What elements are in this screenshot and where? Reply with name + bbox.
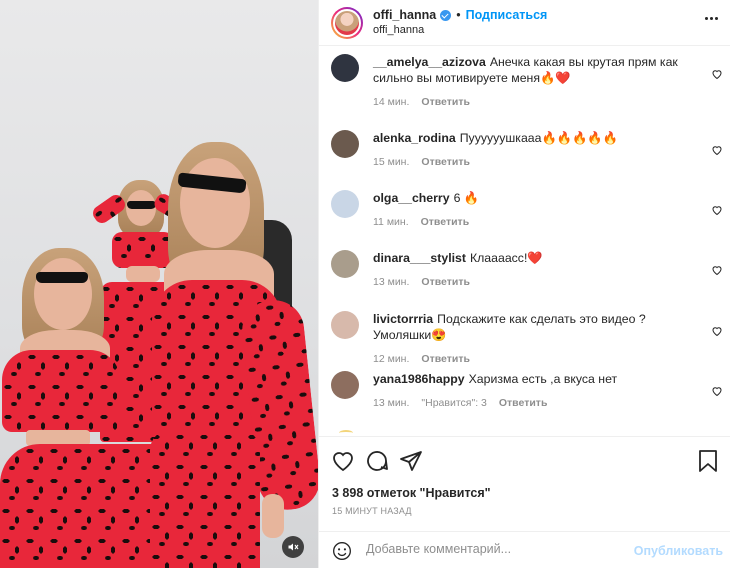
- comment-heart-icon[interactable]: [711, 204, 723, 216]
- comment-username[interactable]: olga__cherry: [373, 191, 450, 205]
- likes-count[interactable]: 3 898 отметок "Нравится": [332, 486, 491, 500]
- comments-list[interactable]: __amelya__azizova Анечка какая вы крутая …: [319, 46, 730, 436]
- comment-text: 6 🔥: [453, 191, 480, 205]
- verified-icon: [440, 9, 452, 21]
- post-media[interactable]: [0, 0, 318, 568]
- reply-button[interactable]: Ответить: [499, 395, 548, 411]
- bookmark-icon[interactable]: [697, 449, 719, 473]
- comment-text: Пуууууушкааа🔥🔥🔥🔥🔥: [459, 131, 619, 145]
- comment-avatar[interactable]: [331, 54, 359, 82]
- comment-heart-icon[interactable]: [711, 325, 723, 337]
- separator-dot: •: [456, 7, 461, 22]
- mute-icon: [288, 543, 299, 551]
- comment-username[interactable]: alenka_rodina: [373, 131, 456, 145]
- comment-time[interactable]: 13 мин.: [373, 395, 409, 411]
- post-header: offi_hanna • Подписаться offi_hanna: [319, 0, 730, 46]
- comment-avatar[interactable]: [331, 130, 359, 158]
- reply-button[interactable]: Ответить: [421, 214, 470, 230]
- header-username[interactable]: offi_hanna: [373, 8, 436, 23]
- reply-button[interactable]: Ответить: [421, 154, 470, 170]
- comment-text: Клаааасс!❤️: [469, 251, 543, 265]
- comment-heart-icon[interactable]: [711, 264, 723, 276]
- comment-input[interactable]: [366, 542, 626, 556]
- add-comment-bar: Опубликовать: [319, 531, 730, 568]
- comment-avatar[interactable]: [331, 190, 359, 218]
- reply-button[interactable]: Ответить: [421, 94, 470, 110]
- avatar[interactable]: [331, 6, 363, 39]
- comment-username[interactable]: yana1986happy: [373, 372, 465, 386]
- more-icon[interactable]: [705, 17, 718, 20]
- comment-time[interactable]: 14 мин.: [373, 94, 409, 110]
- reply-button[interactable]: Ответить: [421, 274, 470, 290]
- comment-username[interactable]: __amelya__azizova: [373, 55, 486, 69]
- comment-time[interactable]: 15 мин.: [373, 154, 409, 170]
- post-actions: 3 898 отметок "Нравится" 15 МИНУТ НАЗАД: [319, 436, 730, 540]
- comment-heart-icon[interactable]: [711, 385, 723, 397]
- comment-username[interactable]: livictorrria: [373, 312, 433, 326]
- emoji-icon[interactable]: [332, 541, 352, 561]
- header-subtitle[interactable]: offi_hanna: [373, 23, 547, 38]
- comment-heart-icon[interactable]: [711, 144, 723, 156]
- comment-time[interactable]: 12 мин.: [373, 351, 409, 367]
- comment-time[interactable]: 11 мин.: [373, 214, 409, 230]
- comment-heart-icon[interactable]: [711, 68, 723, 80]
- comment-avatar[interactable]: [331, 311, 359, 339]
- comment-icon[interactable]: [365, 449, 389, 473]
- heart-icon[interactable]: [331, 449, 355, 473]
- comment-text: Харизма есть ,а вкуса нет: [468, 372, 618, 386]
- mute-button[interactable]: [282, 536, 304, 558]
- comment-avatar[interactable]: [331, 250, 359, 278]
- post-timestamp[interactable]: 15 МИНУТ НАЗАД: [332, 506, 412, 516]
- comment-time[interactable]: 13 мин.: [373, 274, 409, 290]
- reply-button[interactable]: Ответить: [421, 351, 470, 367]
- comment-likes[interactable]: "Нравится": 3: [421, 395, 486, 411]
- comment-avatar[interactable]: [331, 371, 359, 399]
- comment-username[interactable]: dinara___stylist: [373, 251, 466, 265]
- share-icon[interactable]: [399, 449, 423, 473]
- post-panel: offi_hanna • Подписаться offi_hanna __am…: [318, 0, 730, 568]
- follow-button[interactable]: Подписаться: [466, 8, 548, 23]
- publish-button[interactable]: Опубликовать: [634, 544, 723, 558]
